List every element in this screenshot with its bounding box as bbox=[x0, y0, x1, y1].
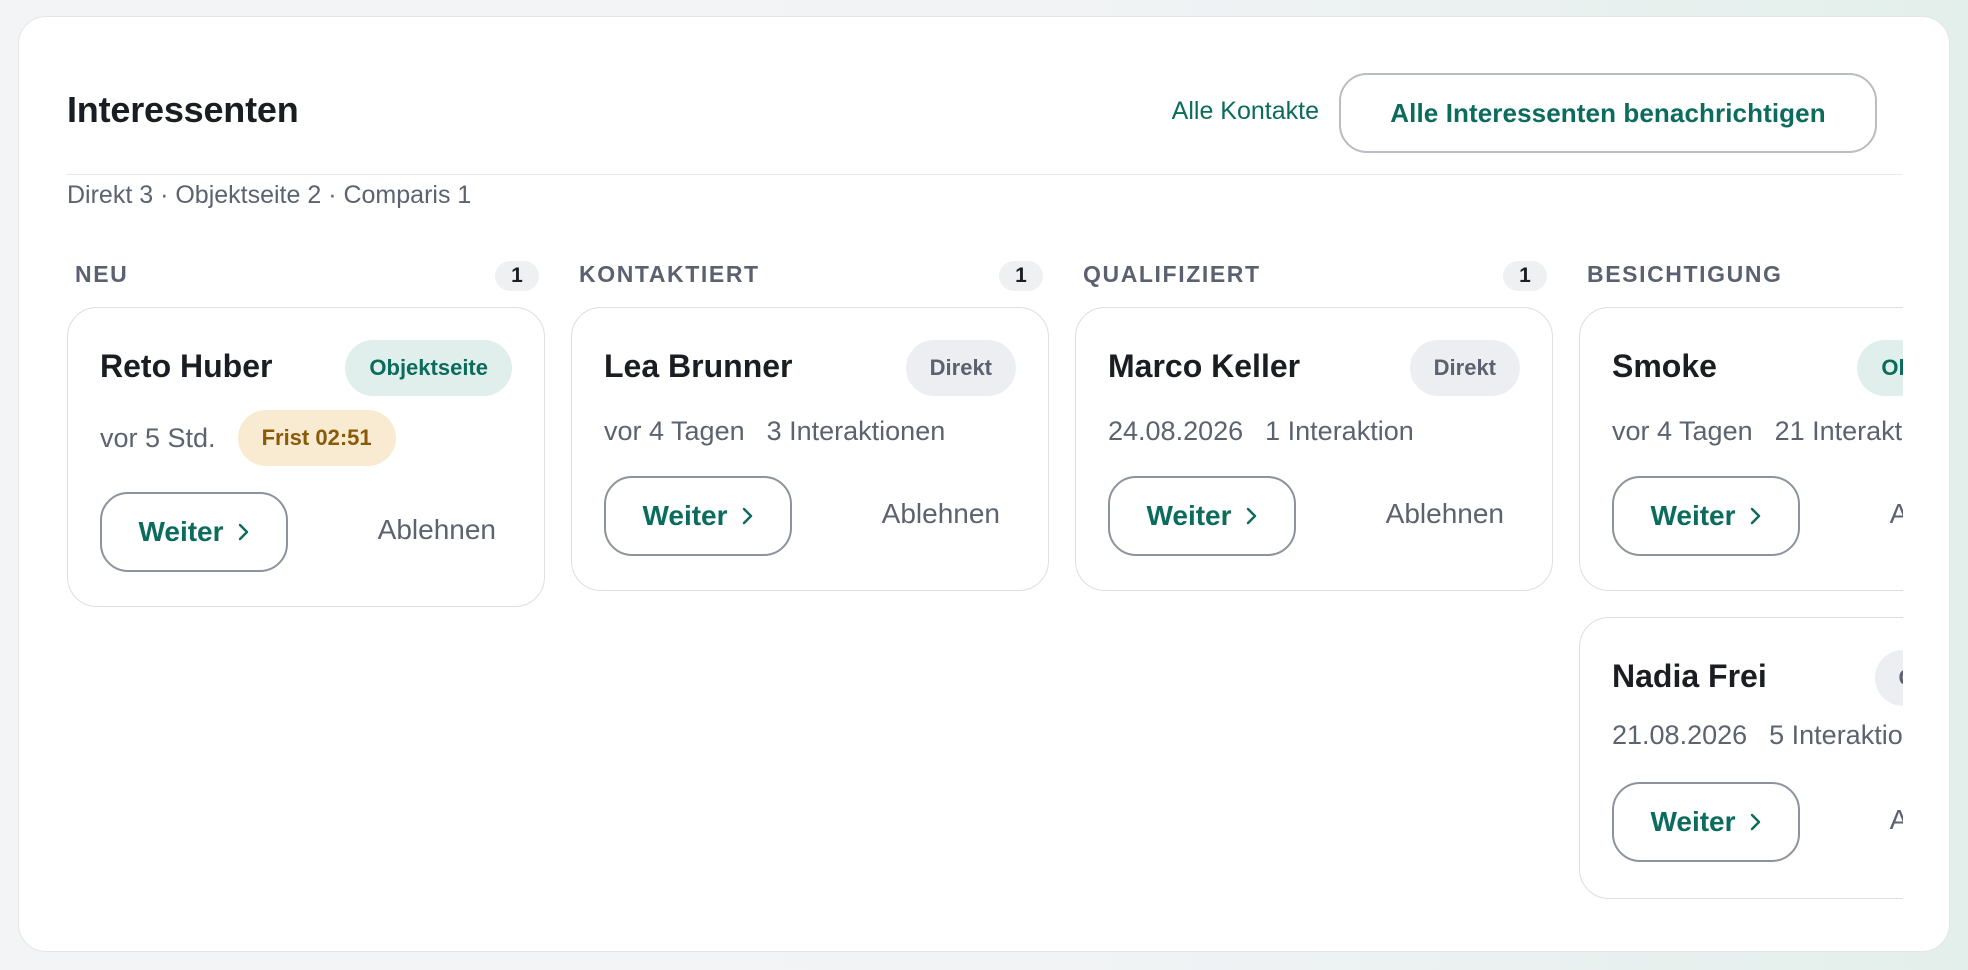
reject-button[interactable]: Ablehnen bbox=[1890, 498, 1903, 530]
lead-name: Nadia Frei bbox=[1612, 658, 1767, 694]
pipeline-board: NEU 1 Reto Huber Objektseite vor 5 Std. F… bbox=[67, 247, 1903, 951]
next-stage-button[interactable]: Weiter bbox=[1108, 476, 1296, 556]
next-stage-label: Weiter bbox=[1650, 806, 1736, 837]
column-header: BESICHTIGUNG bbox=[1579, 247, 1903, 307]
source-summary: Direkt 3 · Objektseite 2 · Comparis 1 bbox=[67, 181, 472, 209]
panel-header: Interessenten Alle Kontakte Alle Interes… bbox=[67, 57, 1903, 175]
chevron-right-icon bbox=[1246, 507, 1256, 525]
next-stage-label: Weiter bbox=[1650, 500, 1736, 531]
page-title: Interessenten bbox=[67, 89, 299, 130]
lead-meta: 21.08.2026 5 Interaktionen bbox=[1612, 720, 1903, 751]
lead-meta: vor 4 Tagen 3 Interaktionen bbox=[604, 416, 945, 447]
reject-button[interactable]: Ablehnen bbox=[1386, 498, 1504, 530]
reject-button[interactable]: Ablehnen bbox=[882, 498, 1000, 530]
lead-card[interactable]: Smoke Objektseite vor 4 Tagen 21 Interakt… bbox=[1579, 307, 1903, 591]
next-stage-button[interactable]: Weiter bbox=[604, 476, 792, 556]
column-count-badge: 1 bbox=[1503, 261, 1547, 291]
lead-card[interactable]: Reto Huber Objektseite vor 5 Std. Frist 0… bbox=[67, 307, 545, 607]
column-header: QUALIFIZIERT 1 bbox=[1075, 247, 1553, 307]
lead-meta: vor 4 Tagen 21 Interaktionen bbox=[1612, 416, 1903, 447]
column-title: BESICHTIGUNG bbox=[1587, 261, 1783, 287]
all-contacts-link[interactable]: Alle Kontakte bbox=[1172, 97, 1319, 126]
lead-name: Lea Brunner bbox=[604, 348, 793, 384]
column-besichtigung: BESICHTIGUNG Smoke Objektseite vor 4 Tag… bbox=[1579, 247, 1903, 925]
next-stage-button[interactable]: Weiter bbox=[100, 492, 288, 572]
lead-age: vor 5 Std. bbox=[100, 423, 216, 454]
lead-meta: vor 5 Std. Frist 02:51 bbox=[100, 410, 396, 468]
lead-card[interactable]: Nadia Frei Comparis 21.08.2026 5 Interakt… bbox=[1579, 617, 1903, 899]
column-neu: NEU 1 Reto Huber Objektseite vor 5 Std. F… bbox=[67, 247, 545, 633]
next-stage-label: Weiter bbox=[1146, 500, 1232, 531]
interaction-count: 1 Interaktion bbox=[1265, 416, 1414, 446]
reject-button[interactable]: Ablehnen bbox=[378, 514, 496, 546]
interaction-count: 3 Interaktionen bbox=[766, 416, 946, 446]
next-stage-label: Weiter bbox=[642, 500, 728, 531]
next-stage-button[interactable]: Weiter bbox=[1612, 782, 1800, 862]
next-stage-button[interactable]: Weiter bbox=[1612, 476, 1800, 556]
chevron-right-icon bbox=[238, 523, 248, 541]
notify-all-button[interactable]: Alle Interessenten benachrichtigen bbox=[1339, 73, 1877, 153]
next-stage-label: Weiter bbox=[138, 516, 224, 547]
column-qualifiziert: QUALIFIZIERT 1 Marco Keller Direkt 24.08… bbox=[1075, 247, 1553, 617]
lead-name: Marco Keller bbox=[1108, 348, 1301, 384]
reject-button[interactable]: Ablehnen bbox=[1890, 804, 1903, 836]
column-title: NEU bbox=[75, 261, 129, 287]
column-count-badge: 1 bbox=[495, 261, 539, 291]
source-badge: Objektseite bbox=[345, 340, 512, 396]
source-badge: Direkt bbox=[1409, 340, 1520, 396]
leads-panel: Interessenten Alle Kontakte Alle Interes… bbox=[18, 16, 1950, 952]
lead-age: vor 4 Tagen bbox=[604, 416, 745, 446]
column-header: KONTAKTIERT 1 bbox=[571, 247, 1049, 307]
column-count-badge: 1 bbox=[999, 261, 1043, 291]
interaction-count: 5 Interaktionen bbox=[1769, 720, 1903, 750]
interaction-count: 21 Interaktionen bbox=[1774, 416, 1903, 446]
source-badge: Direkt bbox=[905, 340, 1016, 396]
deadline-badge: Frist 02:51 bbox=[237, 410, 396, 466]
lead-date: 21.08.2026 bbox=[1612, 720, 1748, 750]
lead-name: Reto Huber bbox=[100, 348, 273, 384]
lead-age: vor 4 Tagen bbox=[1612, 416, 1753, 446]
lead-name: Smoke bbox=[1612, 348, 1717, 384]
source-badge: Objektseite bbox=[1857, 340, 1903, 396]
lead-card[interactable]: Marco Keller Direkt 24.08.2026 1 Interakt… bbox=[1075, 307, 1553, 591]
chevron-right-icon bbox=[742, 507, 752, 525]
source-badge: Comparis bbox=[1874, 650, 1903, 706]
column-title: KONTAKTIERT bbox=[579, 261, 760, 287]
column-kontaktiert: KONTAKTIERT 1 Lea Brunner Direkt vor 4 T… bbox=[571, 247, 1049, 617]
column-header: NEU 1 bbox=[67, 247, 545, 307]
column-title: QUALIFIZIERT bbox=[1083, 261, 1261, 287]
chevron-right-icon bbox=[1750, 507, 1760, 525]
chevron-right-icon bbox=[1750, 813, 1760, 831]
lead-card[interactable]: Lea Brunner Direkt vor 4 Tagen 3 Interakt… bbox=[571, 307, 1049, 591]
lead-meta: 24.08.2026 1 Interaktion bbox=[1108, 416, 1414, 447]
lead-date: 24.08.2026 bbox=[1108, 416, 1244, 446]
